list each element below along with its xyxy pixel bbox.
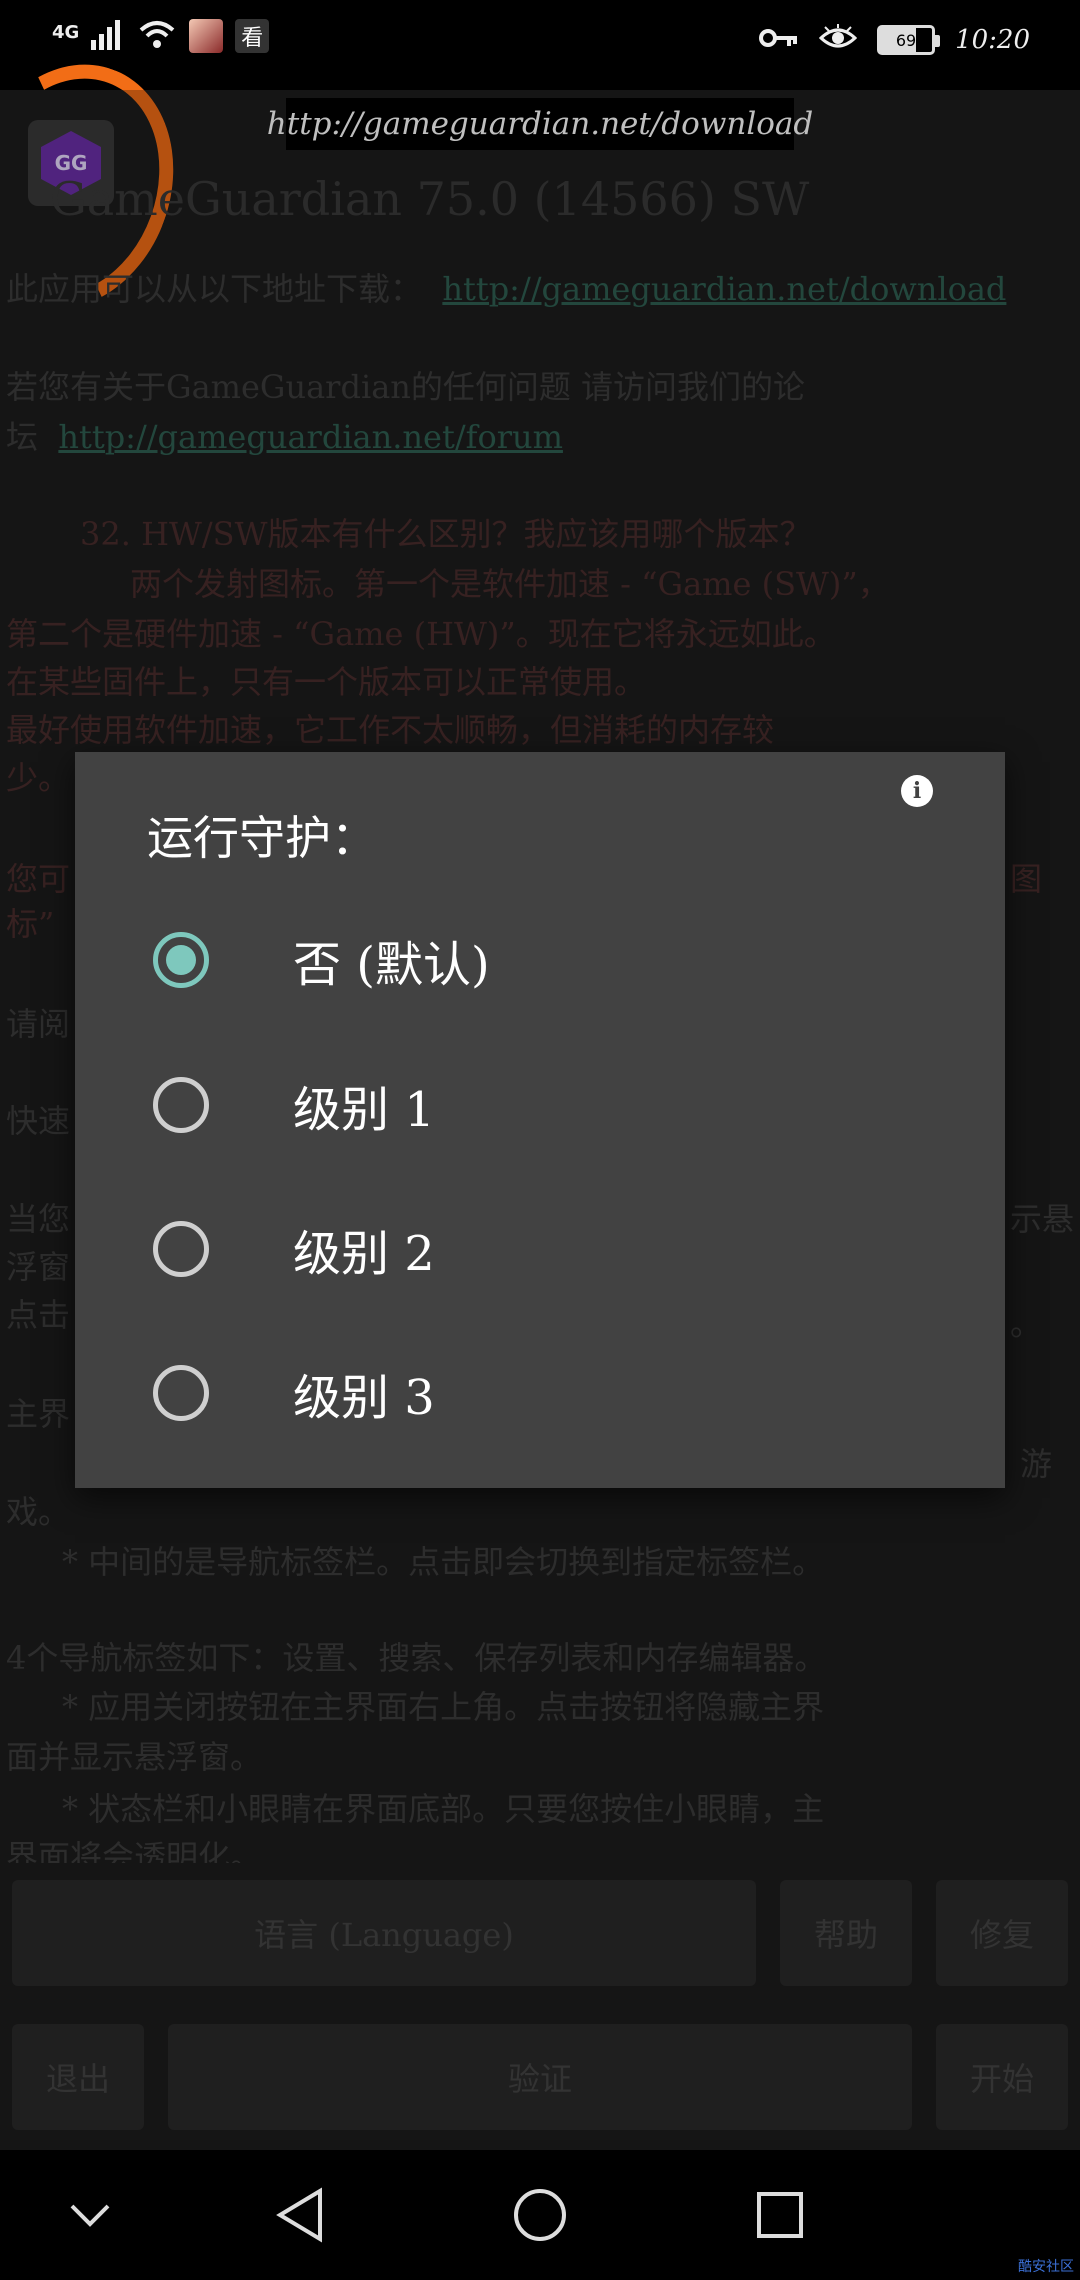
back-icon[interactable] — [270, 2185, 330, 2245]
option-level-1[interactable]: 级别 1 — [75, 1040, 1005, 1170]
option-label: 级别 1 — [293, 1082, 435, 1138]
radio-unchecked-icon[interactable] — [153, 1365, 209, 1421]
radio-unchecked-icon[interactable] — [153, 1077, 209, 1133]
avatar-icon — [189, 19, 224, 53]
battery-level: 69 — [895, 30, 917, 50]
eye-icon — [818, 24, 858, 56]
status-bar: 4G 看 69 10:20 — [0, 0, 1080, 90]
dialog-title: 运行守护： — [147, 811, 377, 865]
chevron-down-icon[interactable] — [60, 2185, 120, 2245]
recents-icon[interactable] — [750, 2185, 810, 2245]
battery-icon: 69 — [877, 25, 941, 55]
info-icon[interactable]: i — [901, 775, 933, 807]
option-label: 否 (默认) — [293, 937, 490, 993]
radio-checked-icon[interactable] — [153, 932, 209, 988]
option-level-2[interactable]: 级别 2 — [75, 1184, 1005, 1314]
option-level-3[interactable]: 级别 3 — [75, 1328, 1005, 1458]
option-label: 级别 2 — [293, 1226, 435, 1282]
option-label: 级别 3 — [293, 1370, 435, 1426]
navigation-bar: 酷安社区 — [0, 2150, 1080, 2280]
signal-icon — [91, 18, 125, 54]
network-type: 4G — [52, 22, 80, 43]
home-icon[interactable] — [510, 2185, 570, 2245]
watermark: 酷安社区 — [1018, 2259, 1074, 2275]
news-app-icon: 看 — [235, 19, 270, 53]
wifi-icon — [137, 18, 177, 54]
clock: 10:20 — [955, 25, 1030, 55]
daemon-dialog: 运行守护： i 否 (默认) 级别 1 级别 2 级别 3 — [75, 752, 1005, 1488]
option-no-default[interactable]: 否 (默认) — [75, 895, 1005, 1025]
radio-unchecked-icon[interactable] — [153, 1221, 209, 1277]
key-icon — [759, 26, 799, 54]
